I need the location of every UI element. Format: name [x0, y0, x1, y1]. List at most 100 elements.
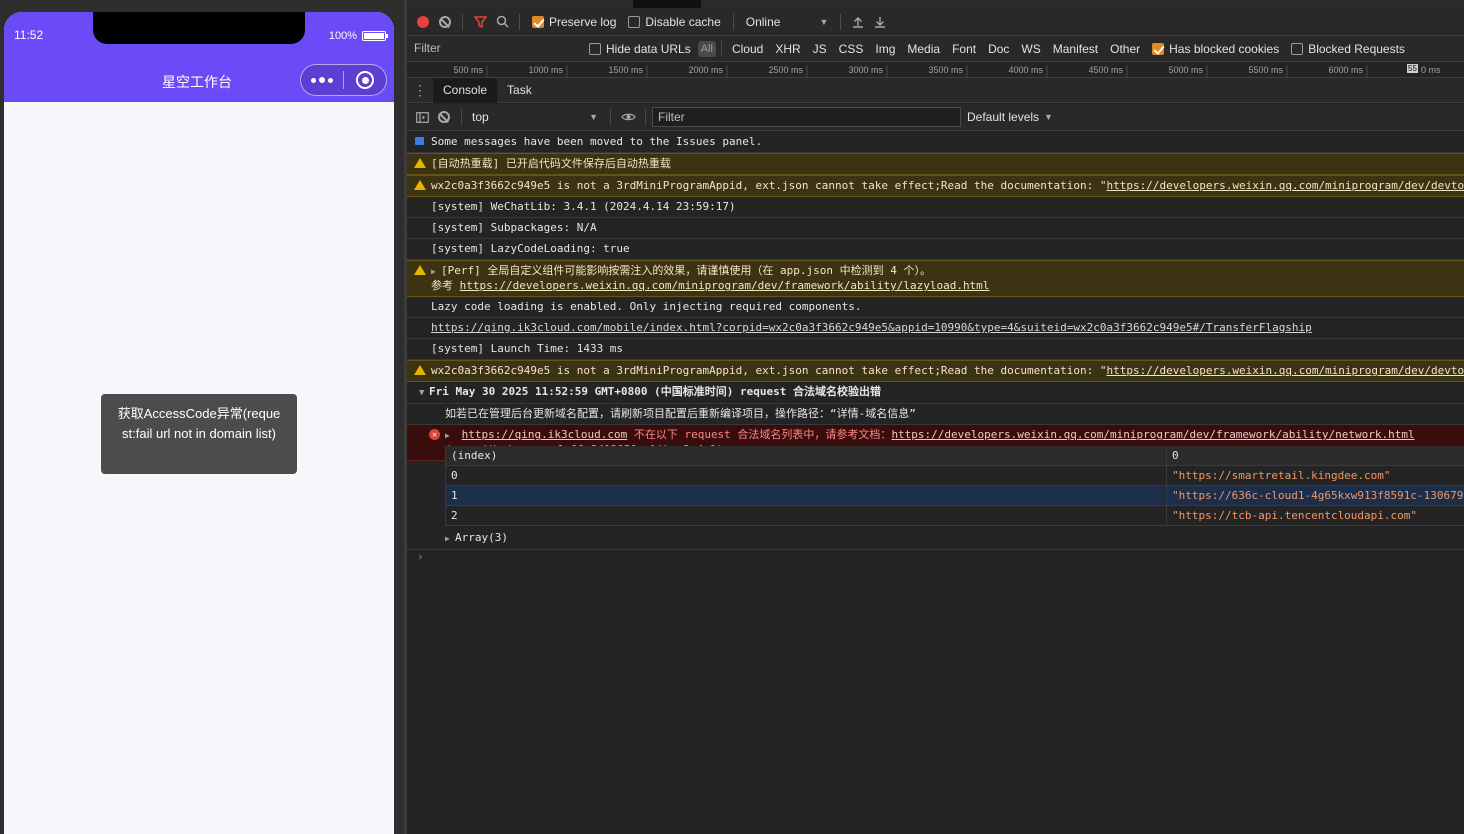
- network-filter-input[interactable]: Filter: [409, 39, 583, 59]
- timeline-tick: 5000 ms: [1168, 65, 1207, 78]
- warning-icon: [414, 158, 426, 168]
- live-expression-eye-icon[interactable]: [617, 106, 639, 128]
- blocked-requests-checkbox[interactable]: Blocked Requests: [1291, 42, 1405, 56]
- drawer-tabs: ⋮ Console Task: [407, 77, 1464, 103]
- array-summary[interactable]: ▶ Array(3): [407, 528, 1464, 550]
- console-message: 如若已在管理后台更新域名配置，请刷新项目配置后重新编译项目，操作路径：“详情-域…: [407, 404, 1464, 425]
- table-row[interactable]: 2 "https://tcb-api.tencentcloudapi.com": [445, 506, 1464, 526]
- network-timeline[interactable]: 500 ms 1000 ms 1500 ms 2000 ms 2500 ms 3…: [407, 62, 1464, 78]
- has-blocked-cookies-checkbox[interactable]: Has blocked cookies: [1152, 42, 1279, 56]
- doc-link[interactable]: https://developers.weixin.qq.com/minipro…: [1107, 179, 1464, 192]
- filter-icon[interactable]: [469, 11, 491, 33]
- console-group-header[interactable]: ▼ Fri May 30 2025 11:52:59 GMT+0800 (中国标准…: [407, 382, 1464, 404]
- console-message-warning: [自动热重载] 已开启代码文件保存后自动热重载: [407, 153, 1464, 175]
- type-filter-img[interactable]: Img: [870, 42, 900, 56]
- table-header-value[interactable]: 0: [1167, 446, 1464, 465]
- timeline-tick: 1000 ms: [528, 65, 567, 78]
- timeline-end: 0 ms: [1421, 65, 1441, 75]
- table-row[interactable]: 1 "https://636c-cloud1-4g65kxw913f8591c-…: [445, 486, 1464, 506]
- table-cell-value: "https://tcb-api.tencentcloudapi.com": [1172, 509, 1418, 522]
- timeline-tick: 2000 ms: [688, 65, 727, 78]
- import-har-icon[interactable]: [847, 11, 869, 33]
- table-cell-value: "https://636c-cloud1-4g65kxw913f8591c-13…: [1172, 489, 1464, 502]
- warning-icon: [414, 365, 426, 375]
- expand-icon[interactable]: ▶: [445, 532, 455, 546]
- error-icon: ✕: [429, 429, 440, 440]
- table-row[interactable]: 0 "https://smartretail.kingdee.com": [445, 466, 1464, 486]
- timeline-tick: 2500 ms: [768, 65, 807, 78]
- type-filter-xhr[interactable]: XHR: [770, 42, 805, 56]
- warning-icon: [414, 180, 426, 190]
- type-filter-other[interactable]: Other: [1105, 42, 1145, 56]
- network-doc-link[interactable]: https://developers.weixin.qq.com/minipro…: [891, 428, 1414, 441]
- table-header: (index) 0: [445, 446, 1464, 466]
- tab-console[interactable]: Console: [433, 77, 498, 103]
- type-filter-css[interactable]: CSS: [834, 42, 869, 56]
- hide-data-urls-checkbox[interactable]: Hide data URLs: [589, 42, 691, 56]
- domain-table: (index) 0 0 "https://smartretail.kingdee…: [445, 446, 1464, 526]
- console-prompt[interactable]: ›: [417, 550, 424, 563]
- network-toolbar: Preserve log Disable cache Online ▼: [407, 8, 1464, 36]
- more-icon[interactable]: [301, 65, 343, 95]
- expand-icon[interactable]: ▶: [445, 429, 455, 443]
- console-output[interactable]: Some messages have been moved to the Iss…: [407, 132, 1464, 834]
- phone-screen[interactable]: 11:52 100% 星空工作台 获取AccessCode异常(request:…: [4, 12, 394, 834]
- phone-notch: [93, 12, 305, 44]
- type-filter-all[interactable]: All: [697, 40, 716, 57]
- top-strip: [407, 0, 1464, 8]
- request-domain-link[interactable]: https://qing.ik3cloud.com: [462, 428, 628, 441]
- console-message: [system] LazyCodeLoading: true: [407, 239, 1464, 260]
- clear-icon[interactable]: [434, 11, 456, 33]
- console-filter-input[interactable]: Filter: [652, 107, 961, 127]
- doc-link[interactable]: https://developers.weixin.qq.com/minipro…: [1107, 364, 1464, 377]
- timeline-tick: 3000 ms: [848, 65, 887, 78]
- lazyload-doc-link[interactable]: https://developers.weixin.qq.com/minipro…: [460, 279, 990, 292]
- timeline-tick: 6000 ms: [1328, 65, 1367, 78]
- timeline-tick: 5500 ms: [1248, 65, 1287, 78]
- table-cell-index: 1: [445, 486, 1167, 505]
- timeline-tick: 3500 ms: [928, 65, 967, 78]
- status-battery: 100%: [329, 30, 388, 42]
- console-message: https://qing.ik3cloud.com/mobile/index.h…: [407, 318, 1464, 339]
- context-select[interactable]: top ▼: [472, 110, 598, 124]
- console-message-warning: wx2c0a3f3662c949e5 is not a 3rdMiniProgr…: [407, 360, 1464, 382]
- console-message-info: Some messages have been moved to the Iss…: [407, 132, 1464, 153]
- drawer-menu-icon[interactable]: ⋮: [407, 82, 433, 99]
- timeline-tick: 4500 ms: [1088, 65, 1127, 78]
- throttling-select[interactable]: Online ▼: [746, 15, 829, 29]
- sidebar-toggle-icon[interactable]: [411, 106, 433, 128]
- disable-cache-checkbox[interactable]: Disable cache: [628, 15, 721, 29]
- type-filter-ws[interactable]: WS: [1016, 42, 1045, 56]
- tab-task[interactable]: Task: [497, 78, 542, 103]
- devtools-panel: Preserve log Disable cache Online ▼ Filte…: [407, 0, 1464, 834]
- battery-icon: [362, 31, 388, 41]
- record-icon[interactable]: [412, 11, 434, 33]
- console-message: Lazy code loading is enabled. Only injec…: [407, 297, 1464, 318]
- timeline-tick: 500 ms: [453, 65, 487, 78]
- console-message-warning: ▶ [Perf] 全局自定义组件可能影响按需注入的效果，请谨慎使用（在 app.j…: [407, 260, 1464, 297]
- table-header-index[interactable]: (index): [445, 446, 1167, 465]
- clear-console-icon[interactable]: [433, 106, 455, 128]
- console-message: [system] Subpackages: N/A: [407, 218, 1464, 239]
- type-filter-font[interactable]: Font: [947, 42, 981, 56]
- search-icon[interactable]: [491, 11, 513, 33]
- warning-icon: [414, 265, 426, 275]
- log-levels-select[interactable]: Default levels ▼: [967, 110, 1053, 124]
- page-title-text: 星空工作台: [162, 75, 232, 91]
- status-time: 11:52: [14, 28, 44, 42]
- page-url-link[interactable]: https://qing.ik3cloud.com/mobile/index.h…: [431, 321, 1312, 334]
- console-toolbar: top ▼ Filter Default levels ▼: [407, 104, 1464, 131]
- type-filter-cloud[interactable]: Cloud: [727, 42, 768, 56]
- console-message: [system] WeChatLib: 3.4.1 (2024.4.14 23:…: [407, 197, 1464, 218]
- expand-icon[interactable]: ▶: [431, 265, 441, 279]
- type-filter-doc[interactable]: Doc: [983, 42, 1014, 56]
- preserve-log-checkbox[interactable]: Preserve log: [532, 15, 616, 29]
- type-filter-js[interactable]: JS: [808, 42, 832, 56]
- table-cell-value: "https://smartretail.kingdee.com": [1172, 469, 1391, 482]
- collapse-icon[interactable]: ▼: [419, 386, 429, 400]
- capsule-menu: [300, 64, 387, 96]
- export-har-icon[interactable]: [869, 11, 891, 33]
- close-miniprogram-icon[interactable]: [344, 65, 386, 95]
- type-filter-manifest[interactable]: Manifest: [1048, 42, 1103, 56]
- type-filter-media[interactable]: Media: [902, 42, 945, 56]
